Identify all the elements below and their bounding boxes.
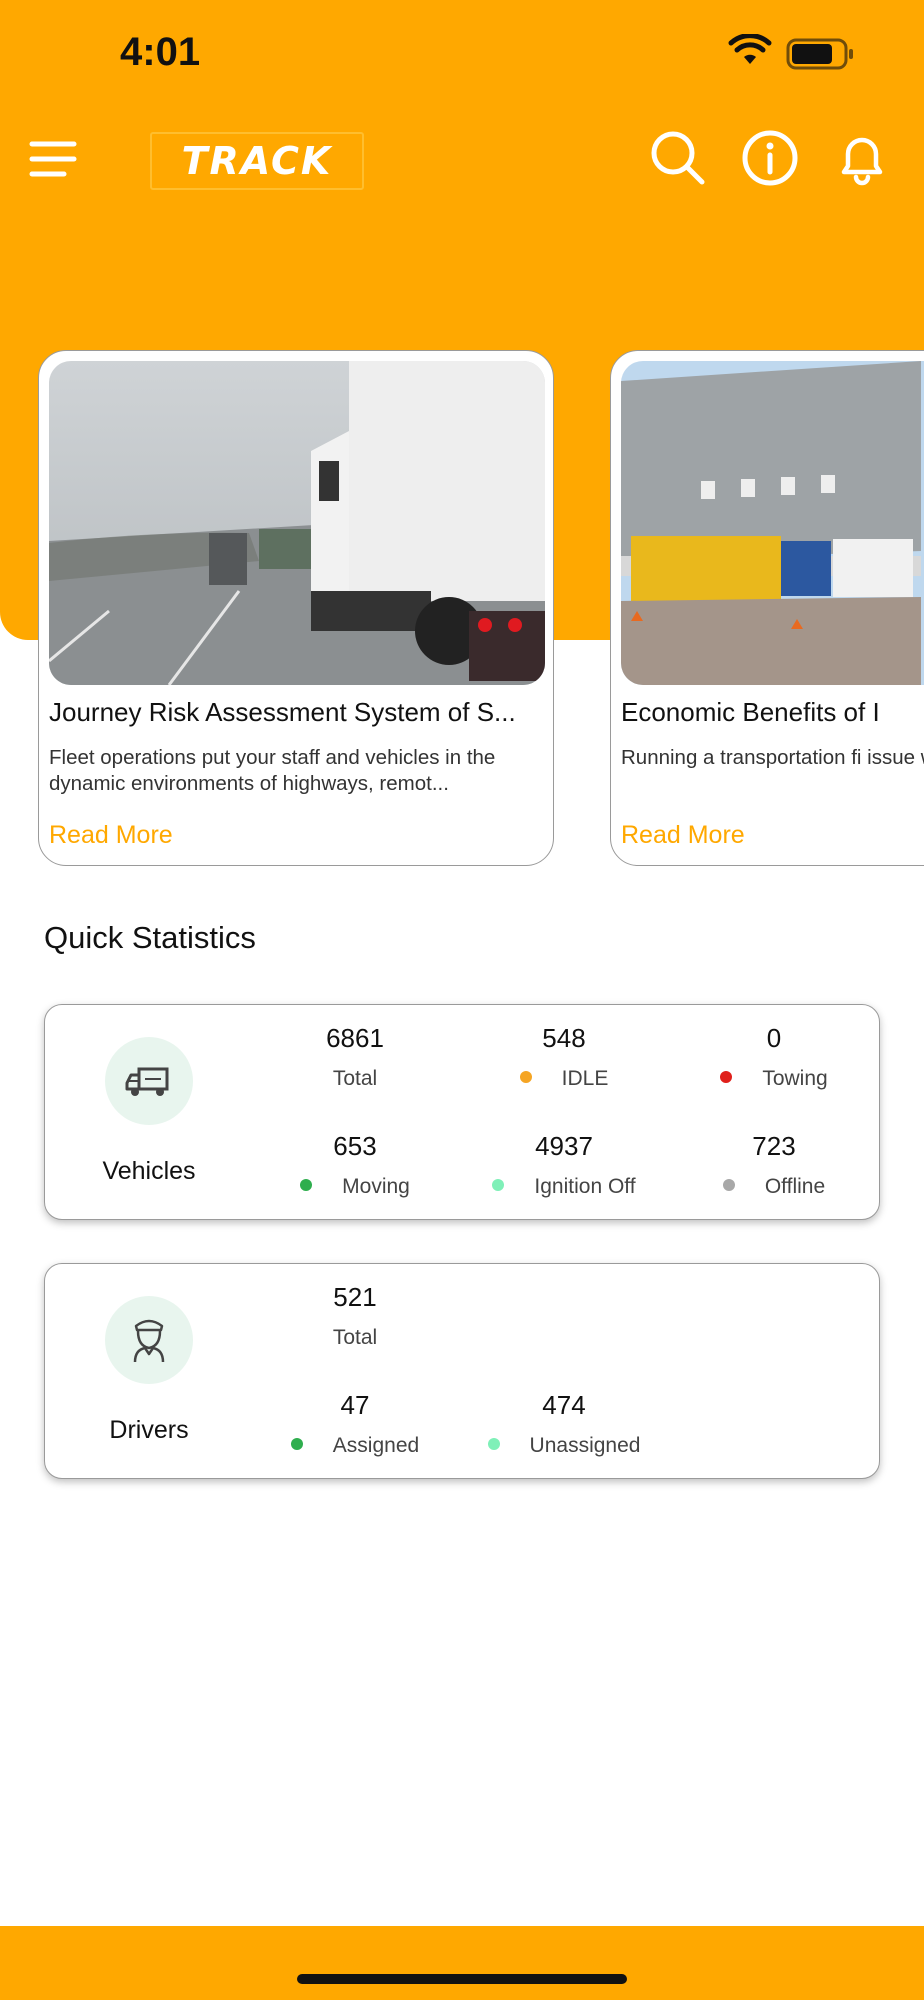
stat-value: 4937	[535, 1131, 593, 1161]
stat-value: 47	[340, 1390, 370, 1420]
info-button[interactable]	[740, 128, 800, 188]
stat-total[interactable]: 6861 Total	[250, 1023, 460, 1091]
vehicles-icon-circle	[105, 1037, 193, 1125]
status-dot	[722, 1179, 735, 1191]
search-button[interactable]	[648, 128, 708, 188]
stat-value: 653	[333, 1131, 377, 1161]
menu-button[interactable]	[28, 134, 78, 184]
vehicles-label: Vehicles	[102, 1157, 196, 1185]
stat-value: 474	[542, 1390, 586, 1420]
status-dot	[487, 1438, 500, 1450]
stat-value: 0	[766, 1023, 782, 1053]
battery-icon	[786, 38, 853, 70]
read-more-link[interactable]: Read More	[621, 821, 745, 850]
stat-assigned[interactable]: 47 Assigned	[250, 1390, 460, 1458]
article-description: Running a transportation fi issue where …	[621, 746, 924, 769]
stat-label: IDLE	[561, 1067, 609, 1090]
status-time: 4:01	[120, 30, 201, 74]
app-header: TRACK	[0, 120, 924, 200]
logo-text: TRACK	[181, 139, 333, 183]
stat-total[interactable]: 521 Total	[250, 1282, 460, 1350]
quick-statistics-title: Quick Statistics	[44, 920, 256, 955]
stat-value: 723	[752, 1131, 796, 1161]
status-dot	[519, 1071, 532, 1083]
stat-moving[interactable]: 653 Moving	[250, 1131, 460, 1199]
status-bar: 4:01	[0, 0, 924, 110]
app-logo: TRACK	[150, 132, 364, 190]
drivers-label: Drivers	[109, 1416, 189, 1444]
stat-offline[interactable]: 723 Offline	[669, 1131, 879, 1199]
stat-label: Unassigned	[529, 1434, 641, 1457]
stat-label: Towing	[762, 1067, 828, 1090]
stat-label: Ignition Off	[534, 1175, 636, 1198]
bell-icon	[841, 137, 883, 186]
stat-value: 6861	[326, 1023, 384, 1053]
status-dot	[300, 1179, 313, 1191]
drivers-icon-circle	[105, 1296, 193, 1384]
stat-idle[interactable]: 548 IDLE	[459, 1023, 669, 1091]
article-card[interactable]: Economic Benefits of I Running a transpo…	[610, 350, 924, 866]
info-icon	[742, 130, 798, 186]
search-icon	[651, 131, 705, 185]
truck-icon	[125, 1067, 169, 1096]
stat-towing[interactable]: 0 Towing	[669, 1023, 879, 1091]
stat-label: Moving	[342, 1175, 410, 1198]
stat-unassigned[interactable]: 474 Unassigned	[459, 1390, 669, 1458]
stat-value: 548	[542, 1023, 586, 1053]
bottom-bar	[0, 1926, 924, 2000]
stat-label: Assigned	[332, 1434, 420, 1457]
article-card[interactable]: Journey Risk Assessment System of S... F…	[38, 350, 554, 866]
stat-value: 521	[333, 1282, 377, 1312]
read-more-link[interactable]: Read More	[49, 821, 173, 850]
status-dot	[492, 1179, 505, 1191]
drivers-stats-card[interactable]: Drivers 521 Total 47 Assigned 474 Unassi…	[44, 1263, 880, 1479]
home-indicator[interactable]	[297, 1974, 627, 1984]
stat-ignition-off[interactable]: 4937 Ignition Off	[459, 1131, 669, 1199]
stat-label: Total	[332, 1326, 378, 1349]
vehicles-stats-card[interactable]: Vehicles 6861 Total 548 IDLE 0 Towing 65…	[44, 1004, 880, 1220]
notifications-button[interactable]	[832, 128, 892, 188]
article-title: Economic Benefits of I	[621, 697, 880, 727]
article-image-warehouse	[621, 361, 924, 685]
article-image-truck	[49, 361, 545, 685]
articles-carousel[interactable]: Journey Risk Assessment System of S... F…	[0, 350, 924, 870]
article-description: Fleet operations put your staff and vehi…	[49, 746, 496, 795]
driver-icon	[133, 1319, 165, 1363]
wifi-icon	[728, 34, 772, 64]
menu-icon	[29, 141, 77, 177]
stat-label: Total	[332, 1067, 378, 1090]
article-title: Journey Risk Assessment System of S...	[49, 697, 516, 727]
stat-label: Offline	[764, 1175, 826, 1198]
status-dot	[290, 1438, 303, 1450]
status-dot	[720, 1071, 733, 1083]
